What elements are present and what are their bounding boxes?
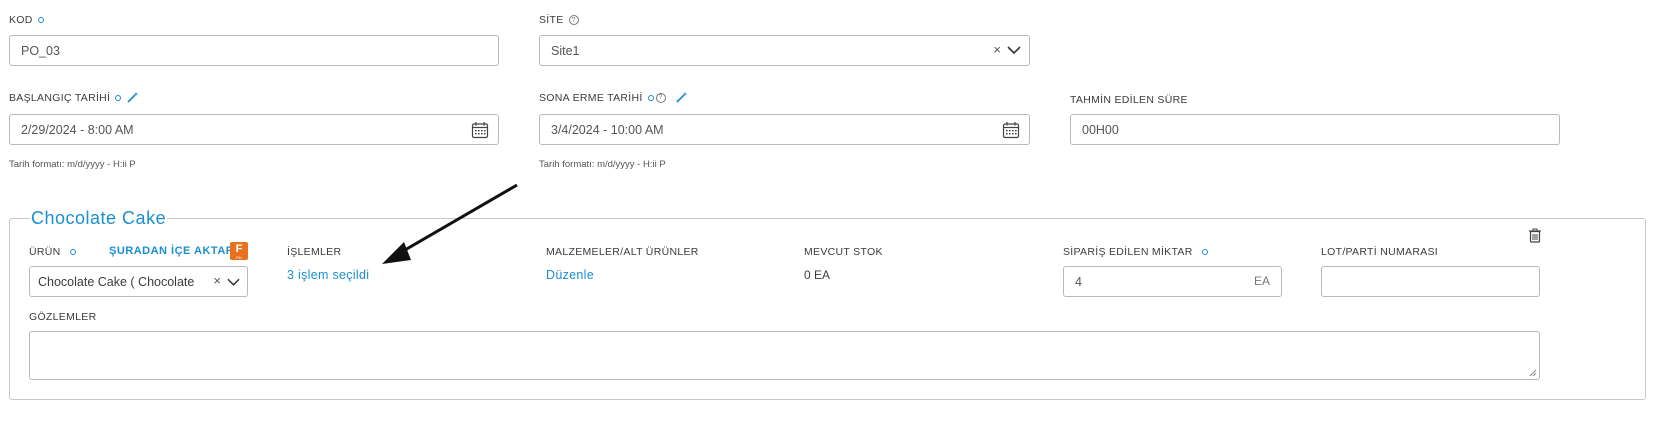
- end-date-input[interactable]: 3/4/2024 - 10:00 AM: [539, 114, 1030, 145]
- magic-wand-icon[interactable]: [675, 91, 688, 104]
- calendar-icon[interactable]: [1002, 121, 1020, 139]
- edit-materials-link[interactable]: Düzenle: [546, 268, 594, 282]
- resize-handle-icon[interactable]: [1529, 369, 1537, 377]
- magic-wand-icon[interactable]: [126, 91, 139, 104]
- duration-input[interactable]: 00H00: [1070, 114, 1560, 145]
- help-icon[interactable]: ?: [655, 92, 666, 103]
- kod-input[interactable]: PO_03: [9, 35, 499, 66]
- import-from-link[interactable]: ŞURADAN İÇE AKTAR:: [109, 245, 238, 257]
- required-dot-icon: [115, 94, 122, 101]
- stock-label: MEVCUT STOK: [804, 246, 883, 258]
- site-select[interactable]: Site1 ×: [539, 35, 1030, 66]
- lot-input[interactable]: [1321, 266, 1540, 297]
- start-date-label: BAŞLANGIÇ TARİHİ: [9, 91, 139, 104]
- help-icon[interactable]: ?: [568, 15, 579, 25]
- annotation-arrow: [382, 183, 518, 264]
- notes-textarea[interactable]: [29, 331, 1540, 380]
- product-select[interactable]: Chocolate Cake ( Chocolate ×: [29, 266, 248, 297]
- import-source-icon[interactable]: F Fin: [230, 242, 248, 260]
- trash-icon[interactable]: [1528, 228, 1542, 243]
- site-label: SİTE ?: [539, 14, 579, 26]
- operations-label: İŞLEMLER: [287, 246, 342, 258]
- kod-label: KOD: [9, 14, 44, 26]
- ordered-qty-unit: EA: [1253, 274, 1270, 288]
- lot-label: LOT/PARTİ NUMARASI: [1321, 246, 1439, 258]
- chevron-down-icon[interactable]: [1007, 46, 1021, 55]
- required-dot-icon: [69, 249, 76, 255]
- end-date-hint: Tarih formatı: m/d/yyyy - H:ii P: [539, 159, 666, 170]
- product-group-title: Chocolate Cake: [31, 208, 167, 228]
- required-dot-icon: [1201, 249, 1208, 255]
- clear-x-icon[interactable]: ×: [993, 42, 1001, 57]
- chevron-down-icon[interactable]: [227, 278, 240, 287]
- stock-value: 0 EA: [804, 268, 831, 282]
- required-dot-icon: [647, 94, 654, 101]
- clear-x-icon[interactable]: ×: [211, 273, 221, 288]
- notes-label: GÖZLEMLER: [29, 311, 97, 323]
- ordered-qty-input[interactable]: 4 EA: [1063, 266, 1282, 297]
- operations-selected-link[interactable]: 3 işlem seçildi: [287, 268, 369, 282]
- materials-label: MALZEMELER/ALT ÜRÜNLER: [546, 246, 699, 258]
- calendar-icon[interactable]: [471, 121, 489, 139]
- start-date-hint: Tarih formatı: m/d/yyyy - H:ii P: [9, 159, 136, 170]
- duration-label: TAHMİN EDİLEN SÜRE: [1070, 94, 1188, 106]
- product-label: ÜRÜN: [29, 246, 76, 258]
- ordered-qty-label: SİPARİŞ EDİLEN MİKTAR: [1063, 246, 1208, 258]
- start-date-input[interactable]: 2/29/2024 - 8:00 AM: [9, 114, 499, 145]
- end-date-label: SONA ERME TARİHİ ?: [539, 91, 688, 104]
- required-dot-icon: [37, 17, 44, 23]
